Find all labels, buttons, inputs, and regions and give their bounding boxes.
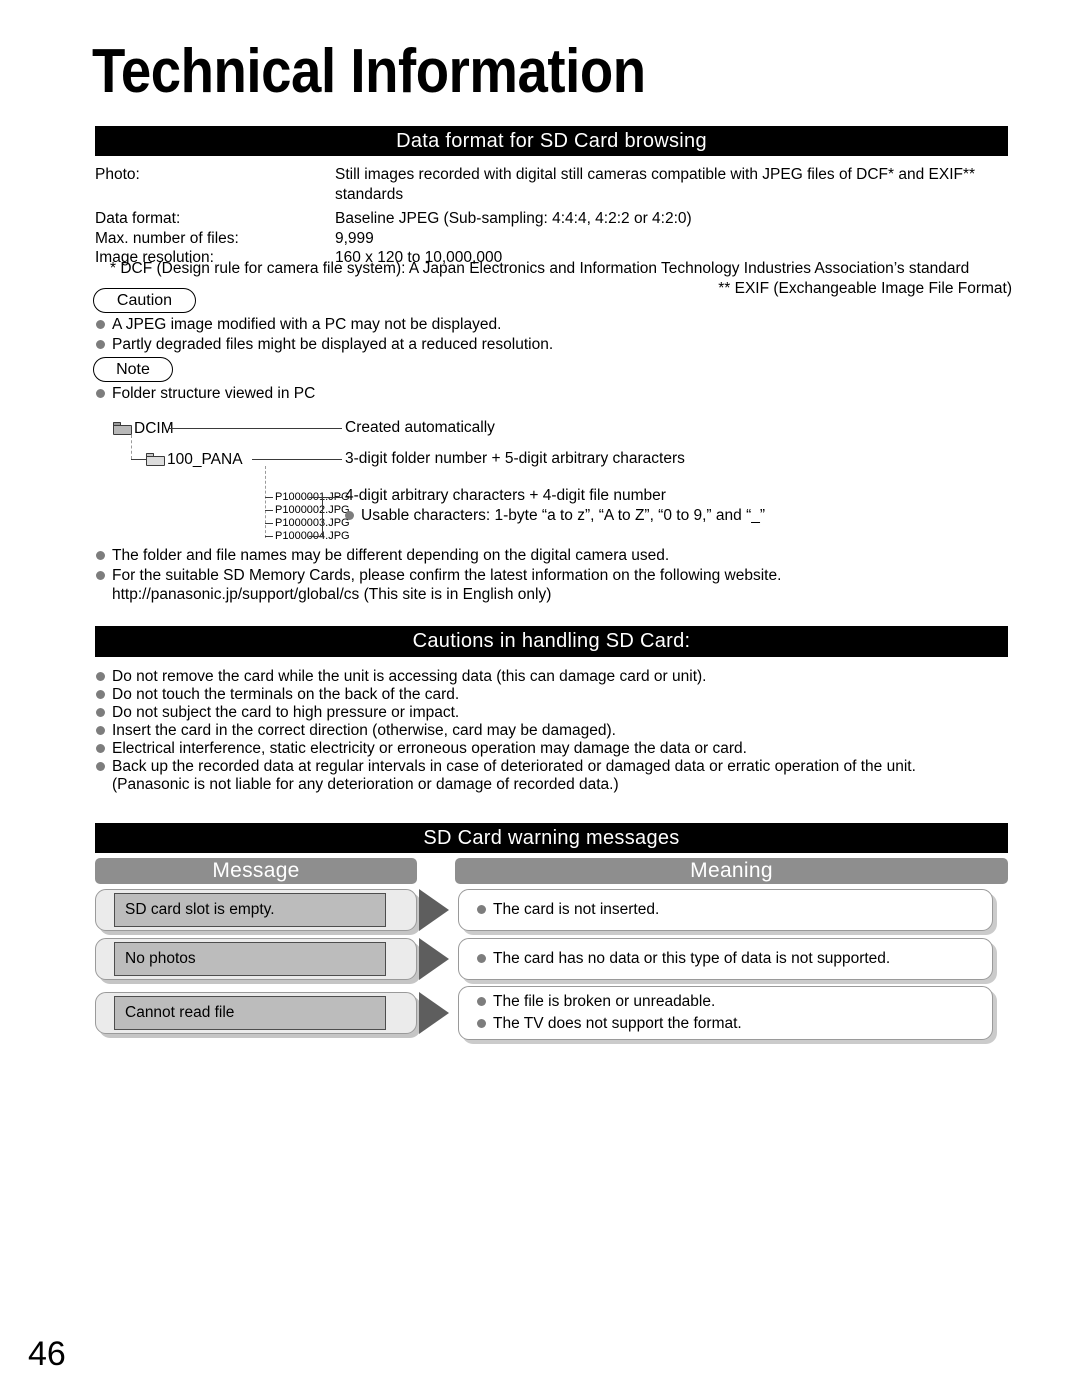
message-box: No photos bbox=[95, 938, 417, 980]
bullet-icon bbox=[96, 320, 105, 329]
arrow-icon bbox=[419, 938, 449, 980]
column-header-meaning-label: Meaning bbox=[690, 859, 773, 882]
bullet-icon bbox=[96, 762, 105, 771]
support-website-url: http://panasonic.jp/support/global/cs (T… bbox=[112, 586, 552, 603]
list-item-text: The card is not inserted. bbox=[493, 901, 660, 918]
list-item-text: Back up the recorded data at regular int… bbox=[112, 758, 916, 775]
tree-file-bracket bbox=[309, 497, 323, 537]
note-badge-label: Note bbox=[116, 360, 150, 378]
meaning-box: The file is broken or unreadable. The TV… bbox=[458, 986, 993, 1040]
bullet-icon bbox=[96, 340, 105, 349]
message-text-field: No photos bbox=[114, 942, 386, 976]
list-item: The TV does not support the format. bbox=[477, 1013, 992, 1035]
list-item-text: The TV does not support the format. bbox=[493, 1015, 742, 1032]
tree-connector-vertical-2 bbox=[265, 466, 266, 538]
spec-label: Max. number of files: bbox=[95, 229, 239, 247]
meaning-box: The card has no data or this type of dat… bbox=[458, 938, 993, 980]
folder-icon bbox=[113, 422, 132, 435]
bullet-icon bbox=[96, 672, 105, 681]
spec-label: Photo: bbox=[95, 166, 140, 183]
section-header-data-format-label: Data format for SD Card browsing bbox=[396, 129, 707, 152]
arrow-icon bbox=[419, 992, 449, 1034]
list-item: For the suitable SD Memory Cards, please… bbox=[96, 565, 996, 586]
footnote-dcf: * DCF (Design rule for camera file syste… bbox=[110, 260, 970, 277]
message-box: SD card slot is empty. bbox=[95, 889, 417, 931]
list-item-text: Folder structure viewed in PC bbox=[112, 385, 316, 402]
bullet-icon bbox=[477, 905, 486, 914]
section-header-handling: Cautions in handling SD Card: bbox=[95, 626, 1008, 657]
tree-file-tick bbox=[265, 497, 273, 498]
column-header-message-label: Message bbox=[212, 859, 300, 882]
leader-line-files bbox=[323, 497, 342, 498]
list-item: Partly degraded files might be displayed… bbox=[96, 334, 976, 355]
tree-connector-vertical-1 bbox=[131, 435, 132, 459]
caution-badge: Caution bbox=[93, 288, 196, 313]
spec-value: Baseline JPEG (Sub-sampling: 4:4:4, 4:2:… bbox=[335, 210, 692, 227]
list-item-text: For the suitable SD Memory Cards, please… bbox=[112, 567, 782, 584]
bullet-icon bbox=[477, 1019, 486, 1028]
tree-file-tick bbox=[265, 510, 273, 511]
list-item: The folder and file names may be differe… bbox=[96, 545, 996, 566]
list-item-text: The folder and file names may be differe… bbox=[112, 547, 670, 564]
tree-desc-files: 4-digit arbitrary characters + 4-digit f… bbox=[345, 487, 666, 504]
table-row: Data format: Baseline JPEG (Sub-sampling… bbox=[95, 209, 1010, 229]
bullet-icon bbox=[96, 726, 105, 735]
tree-node-100-pana-label: 100_PANA bbox=[167, 451, 243, 468]
spec-table: Photo: Still images recorded with digita… bbox=[95, 165, 1010, 268]
tree-node-dcim: DCIM bbox=[113, 420, 174, 438]
bullet-icon bbox=[96, 744, 105, 753]
tree-connector-elbow-1 bbox=[131, 459, 146, 460]
list-item-text: Partly degraded files might be displayed… bbox=[112, 336, 554, 353]
bullet-icon bbox=[477, 954, 486, 963]
bullet-icon bbox=[345, 511, 354, 520]
meaning-box: The card is not inserted. bbox=[458, 889, 993, 931]
list-item-text: The card has no data or this type of dat… bbox=[493, 950, 891, 967]
page-number: 46 bbox=[28, 1335, 66, 1373]
tree-node-100-pana: 100_PANA bbox=[146, 451, 243, 469]
message-box: Cannot read file bbox=[95, 992, 417, 1034]
bullet-icon bbox=[96, 389, 105, 398]
bullet-icon bbox=[96, 690, 105, 699]
tree-file-tick bbox=[265, 523, 273, 524]
list-item: The card has no data or this type of dat… bbox=[477, 948, 992, 970]
document-page: Technical Information Data format for SD… bbox=[0, 0, 1080, 1397]
column-header-meaning: Meaning bbox=[455, 858, 1008, 884]
list-item-text: The file is broken or unreadable. bbox=[493, 993, 716, 1010]
message-text-field: SD card slot is empty. bbox=[114, 893, 386, 927]
list-item: The file is broken or unreadable. bbox=[477, 991, 992, 1013]
note-badge: Note bbox=[93, 357, 173, 382]
column-header-message: Message bbox=[95, 858, 417, 884]
list-item: The card is not inserted. bbox=[477, 899, 992, 921]
page-title: Technical Information bbox=[92, 37, 646, 106]
list-item-text: Usable characters: 1-byte “a to z”, “A t… bbox=[361, 507, 766, 524]
tree-file-tick bbox=[265, 536, 273, 537]
section-header-warnings: SD Card warning messages bbox=[95, 823, 1008, 853]
list-item: Folder structure viewed in PC bbox=[96, 383, 976, 404]
list-item: Usable characters: 1-byte “a to z”, “A t… bbox=[345, 505, 985, 526]
list-item: Back up the recorded data at regular int… bbox=[96, 756, 1006, 777]
message-text-field: Cannot read file bbox=[114, 996, 386, 1030]
leader-line-dcim bbox=[168, 428, 342, 429]
arrow-icon bbox=[419, 889, 449, 931]
section-header-data-format: Data format for SD Card browsing bbox=[95, 126, 1008, 156]
handling-trailing-note: (Panasonic is not liable for any deterio… bbox=[112, 776, 619, 793]
section-header-handling-label: Cautions in handling SD Card: bbox=[412, 630, 691, 652]
spec-value: 9,999 bbox=[335, 229, 374, 247]
spec-label: Data format: bbox=[95, 210, 181, 227]
section-header-warnings-label: SD Card warning messages bbox=[423, 826, 680, 849]
bullet-icon bbox=[96, 571, 105, 580]
table-row: Photo: Still images recorded with digita… bbox=[95, 165, 1010, 204]
bullet-icon bbox=[96, 708, 105, 717]
bullet-icon bbox=[477, 997, 486, 1006]
table-row: Max. number of files: 9,999 bbox=[95, 229, 1010, 249]
leader-line-100-pana bbox=[252, 459, 342, 460]
bullet-icon bbox=[96, 551, 105, 560]
spec-value: Still images recorded with digital still… bbox=[335, 166, 976, 203]
caution-badge-label: Caution bbox=[116, 291, 173, 309]
list-item-text: A JPEG image modified with a PC may not … bbox=[112, 316, 502, 333]
folder-icon bbox=[146, 453, 165, 466]
tree-desc-dcim: Created automatically bbox=[345, 419, 495, 436]
list-item: A JPEG image modified with a PC may not … bbox=[96, 314, 976, 335]
tree-desc-100-pana: 3-digit folder number + 5-digit arbitrar… bbox=[345, 450, 685, 467]
